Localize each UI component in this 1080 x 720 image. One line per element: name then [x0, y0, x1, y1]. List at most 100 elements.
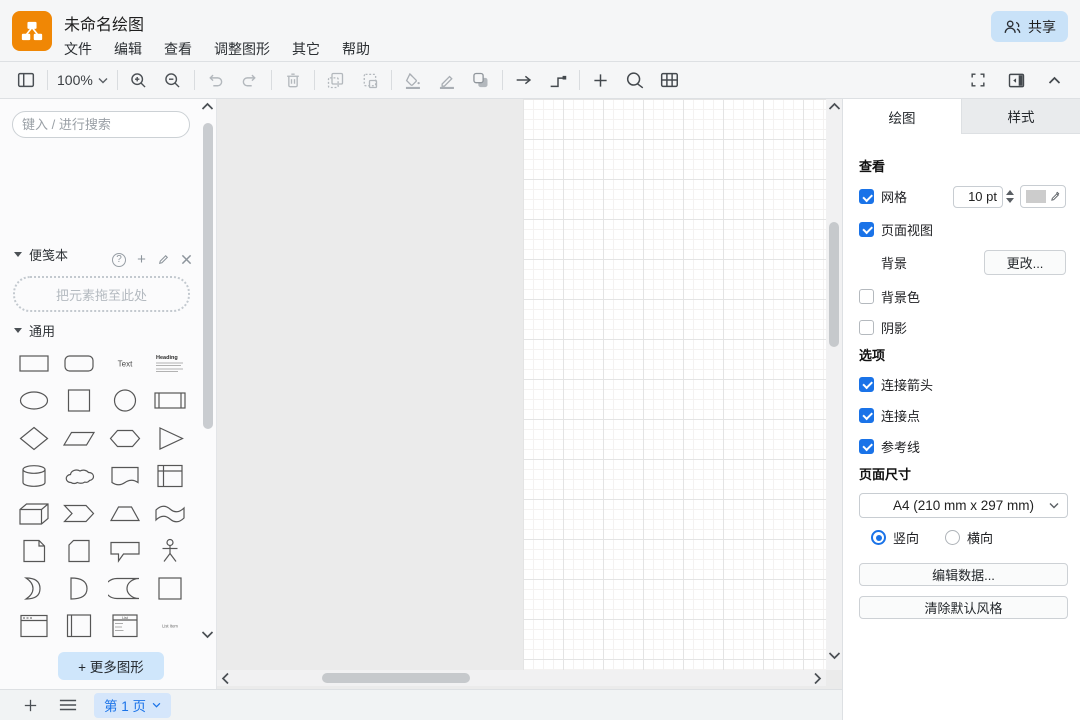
shape-container[interactable]: [148, 570, 194, 608]
table-icon[interactable]: [657, 68, 681, 92]
fullscreen-icon[interactable]: [966, 68, 990, 92]
page-view-checkbox[interactable]: [859, 222, 874, 237]
shape-parallelogram[interactable]: [57, 420, 103, 458]
shadow-icon[interactable]: [469, 68, 493, 92]
shape-data-storage[interactable]: [102, 570, 148, 608]
menu-file[interactable]: 文件: [64, 39, 92, 59]
clear-default-style-button[interactable]: 清除默认风格: [859, 596, 1068, 619]
shape-ellipse[interactable]: [11, 383, 57, 421]
connector-icon[interactable]: [546, 68, 570, 92]
format-panel-toggle-icon[interactable]: [1004, 68, 1028, 92]
shape-cylinder[interactable]: [11, 458, 57, 496]
scroll-up-icon[interactable]: [828, 102, 841, 111]
scroll-right-icon[interactable]: [813, 672, 822, 685]
shape-curve[interactable]: [11, 645, 57, 647]
to-back-icon[interactable]: [358, 68, 382, 92]
menu-help[interactable]: 帮助: [342, 39, 370, 59]
shape-vertical-container[interactable]: [57, 608, 103, 646]
portrait-radio-option[interactable]: 竖向: [871, 528, 919, 547]
landscape-radio[interactable]: [945, 530, 960, 545]
scratchpad-close-icon[interactable]: [181, 254, 192, 265]
tab-diagram[interactable]: 绘图: [843, 99, 962, 134]
shape-and[interactable]: [57, 570, 103, 608]
shape-rounded-rectangle[interactable]: [57, 345, 103, 383]
horizontal-scrollbar[interactable]: [217, 670, 826, 686]
drawing-canvas[interactable]: [217, 99, 842, 689]
landscape-radio-option[interactable]: 横向: [945, 528, 993, 547]
shape-internal-storage[interactable]: [148, 458, 194, 496]
shadow-checkbox[interactable]: [859, 320, 874, 335]
freehand-icon[interactable]: [623, 68, 647, 92]
sidebar-toggle-icon[interactable]: [14, 68, 38, 92]
shape-cube[interactable]: [11, 495, 57, 533]
scratchpad-dropzone[interactable]: 把元素拖至此处: [13, 276, 190, 312]
shape-heading[interactable]: Heading: [148, 345, 194, 383]
arrow-icon[interactable]: [512, 68, 536, 92]
grid-color-button[interactable]: [1020, 185, 1066, 208]
shape-list-item[interactable]: List Item: [148, 608, 194, 646]
shape-hexagon[interactable]: [102, 420, 148, 458]
zoom-in-icon[interactable]: [127, 68, 151, 92]
search-input[interactable]: [22, 117, 198, 132]
shape-text[interactable]: Text: [102, 345, 148, 383]
scratchpad-help-icon[interactable]: ?: [112, 253, 126, 267]
delete-icon[interactable]: [281, 68, 305, 92]
canvas-page[interactable]: [523, 99, 842, 670]
zoom-out-icon[interactable]: [161, 68, 185, 92]
redo-icon[interactable]: [238, 68, 262, 92]
menu-edit[interactable]: 编辑: [114, 39, 142, 59]
grid-size-input[interactable]: [953, 186, 1003, 208]
pages-menu-icon[interactable]: [56, 693, 80, 717]
shape-dashed-line[interactable]: [148, 645, 194, 647]
scroll-left-icon[interactable]: [221, 672, 230, 685]
collapse-toolbar-icon[interactable]: [1042, 68, 1066, 92]
sidebar-scroll-up-icon[interactable]: [201, 102, 214, 111]
sidebar-scrollbar-thumb[interactable]: [203, 123, 213, 429]
sidebar-scroll-down-icon[interactable]: [201, 630, 214, 639]
connection-arrows-checkbox[interactable]: [859, 377, 874, 392]
connection-points-checkbox[interactable]: [859, 408, 874, 423]
background-color-checkbox[interactable]: [859, 289, 874, 304]
scratchpad-add-icon[interactable]: +: [137, 251, 146, 268]
shape-card[interactable]: [57, 533, 103, 571]
shape-bidirectional-arrow[interactable]: [57, 645, 103, 647]
line-color-icon[interactable]: [435, 68, 459, 92]
scratchpad-edit-icon[interactable]: [157, 253, 170, 266]
shape-square[interactable]: [57, 383, 103, 421]
section-general[interactable]: 通用: [14, 321, 55, 340]
shape-arrow[interactable]: [102, 645, 148, 647]
page-tab-1[interactable]: 第 1 页: [94, 693, 171, 718]
page-size-select[interactable]: A4 (210 mm x 297 mm): [859, 493, 1068, 518]
shape-process[interactable]: [148, 383, 194, 421]
share-button[interactable]: 共享: [991, 11, 1068, 42]
shape-rectangle[interactable]: [11, 345, 57, 383]
shape-list[interactable]: List: [102, 608, 148, 646]
vertical-scrollbar-thumb[interactable]: [829, 222, 839, 347]
menu-arrange[interactable]: 调整图形: [214, 39, 270, 59]
shape-diamond[interactable]: [11, 420, 57, 458]
scratchpad-header[interactable]: 便笺本: [14, 245, 68, 264]
fill-color-icon[interactable]: [401, 68, 425, 92]
shape-document[interactable]: [102, 458, 148, 496]
menu-extras[interactable]: 其它: [292, 39, 320, 59]
shape-actor[interactable]: [148, 533, 194, 571]
shape-window[interactable]: [11, 608, 57, 646]
shape-tape[interactable]: [148, 495, 194, 533]
vertical-scrollbar[interactable]: [826, 99, 842, 670]
add-page-icon[interactable]: [18, 693, 42, 717]
insert-plus-icon[interactable]: [589, 68, 613, 92]
portrait-radio[interactable]: [871, 530, 886, 545]
to-front-icon[interactable]: [324, 68, 348, 92]
horizontal-scrollbar-thumb[interactable]: [322, 673, 470, 683]
document-title[interactable]: 未命名绘图: [64, 11, 144, 35]
grid-size-stepper[interactable]: [1006, 190, 1014, 203]
scroll-down-icon[interactable]: [828, 651, 841, 660]
menu-view[interactable]: 查看: [164, 39, 192, 59]
edit-data-button[interactable]: 编辑数据...: [859, 563, 1068, 586]
more-shapes-button[interactable]: + 更多图形: [58, 652, 164, 680]
zoom-dropdown[interactable]: 100%: [57, 72, 108, 88]
shape-search-box[interactable]: [12, 111, 190, 138]
shape-trapezoid[interactable]: [102, 495, 148, 533]
change-background-button[interactable]: 更改...: [984, 250, 1066, 275]
grid-checkbox[interactable]: [859, 189, 874, 204]
